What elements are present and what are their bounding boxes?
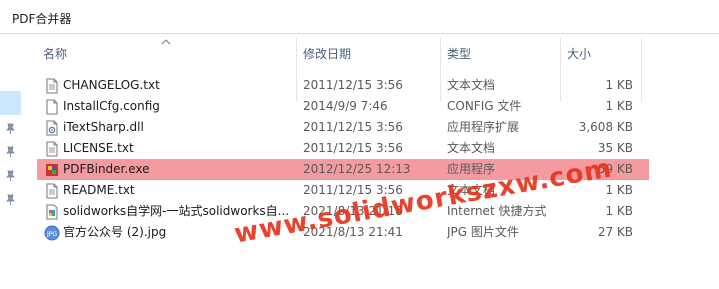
file-type: 文本文档 (447, 78, 496, 92)
file-row[interactable]: LICENSE.txt 2011/12/15 3:56 文本文档 35 KB (37, 138, 649, 159)
text-file-icon (46, 141, 58, 157)
breadcrumb[interactable]: PDF合并器 (12, 10, 71, 27)
file-type: 文本文档 (447, 141, 496, 155)
file-date: 2014/9/9 7:46 (303, 99, 388, 113)
file-date: 2011/12/15 3:56 (303, 78, 403, 92)
file-date: 2011/12/15 3:56 (303, 120, 403, 134)
file-date: 2011/12/15 3:56 (303, 141, 403, 155)
pin-icon[interactable] (5, 123, 16, 135)
text-file-icon (46, 78, 58, 94)
file-name: iTextSharp.dll (63, 120, 144, 134)
file-size: 27 KB (597, 225, 633, 239)
file-type: 应用程序扩展 (447, 120, 520, 134)
file-name: PDFBinder.exe (63, 162, 150, 176)
navigation-pane[interactable] (0, 34, 21, 289)
pin-icon[interactable] (5, 170, 16, 182)
exe-app-icon (46, 164, 58, 176)
file-row[interactable]: InstallCfg.config 2014/9/9 7:46 CONFIG 文… (37, 96, 649, 117)
file-size: 1 KB (605, 99, 633, 113)
file-size: 1 KB (605, 204, 633, 218)
column-header-name[interactable]: 名称 (43, 34, 67, 70)
column-header-size[interactable]: 大小 (567, 34, 591, 70)
svg-text:JPG: JPG (46, 231, 57, 238)
pin-icon[interactable] (5, 146, 16, 158)
file-type: JPG 图片文件 (447, 225, 519, 239)
file-size: 1 KB (605, 78, 633, 92)
file-date: 2012/12/25 12:13 (303, 162, 411, 176)
internet-shortcut-icon (46, 204, 58, 220)
file-row[interactable]: iTextSharp.dll 2011/12/15 3:56 应用程序扩展 3,… (37, 117, 649, 138)
file-name: InstallCfg.config (63, 99, 160, 113)
file-name: README.txt (63, 183, 135, 197)
dll-file-icon (46, 120, 58, 136)
file-type: CONFIG 文件 (447, 99, 522, 113)
nav-selected-item[interactable] (0, 91, 21, 115)
column-header: 名称 修改日期 类型 大小 (37, 34, 642, 102)
sort-ascending-icon (161, 39, 171, 45)
column-header-date[interactable]: 修改日期 (303, 34, 351, 70)
text-file-icon (46, 183, 58, 199)
column-header-type[interactable]: 类型 (447, 34, 471, 70)
pin-icon[interactable] (5, 194, 16, 206)
file-name: CHANGELOG.txt (63, 78, 160, 92)
title-bar: PDF合并器 (0, 0, 719, 33)
jpg-file-icon: JPG (44, 225, 60, 241)
file-row[interactable]: CHANGELOG.txt 2011/12/15 3:56 文本文档 1 KB (37, 75, 649, 96)
config-file-icon (46, 99, 58, 115)
file-name: LICENSE.txt (63, 141, 134, 155)
file-size: 3,608 KB (578, 120, 633, 134)
